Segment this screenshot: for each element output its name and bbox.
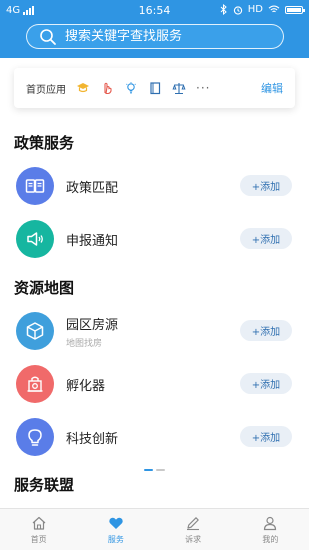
home-apps-title: 首页应用 [26,84,66,96]
bottom-tab-bar: 首页 服务 诉求 我的 [0,508,309,550]
tab-appeal[interactable]: 诉求 [155,509,232,550]
tab-service[interactable]: 服务 [77,509,154,550]
tab-mine[interactable]: 我的 [232,509,309,550]
pen-icon [187,517,200,531]
status-bar: 4G 16:54 HD [0,0,309,22]
add-button[interactable]: +添加 [240,426,292,447]
search-icon [40,28,56,45]
item-label: 申报通知 [66,233,119,249]
item-label: 孵化器 [66,378,106,394]
section-title-alliance: 服务联盟 [14,476,75,494]
edit-button[interactable]: 编辑 [261,80,283,96]
wifi-icon [268,5,280,13]
list-item-incubator[interactable]: 孵化器 +添加 [16,364,294,404]
list-item-park-housing[interactable]: 园区房源 地图找房 +添加 [16,311,294,351]
home-icon [32,516,46,530]
item-label: 科技创新 [66,431,119,447]
lightbulb-icon[interactable] [124,81,138,95]
add-button[interactable]: +添加 [240,373,292,394]
add-button[interactable]: +添加 [240,175,292,196]
alarm-icon [233,5,242,15]
incubator-icon [16,365,54,403]
add-button[interactable]: +添加 [240,228,292,249]
search-bar[interactable] [26,24,284,49]
home-apps-card: 首页应用 ··· 编辑 [14,68,295,108]
item-label: 园区房源 [66,317,119,333]
tab-label: 我的 [262,535,279,544]
section-title-resources: 资源地图 [14,279,75,297]
battery-icon [285,5,305,14]
list-item-tech-innovation[interactable]: 科技创新 +添加 [16,417,294,457]
bluetooth-icon [220,4,227,15]
tab-label: 首页 [30,535,47,544]
page-indicator [144,469,165,471]
bulb-icon [16,418,54,456]
list-item-policy-match[interactable]: 政策匹配 +添加 [16,166,294,206]
item-sublabel: 地图找房 [66,338,103,349]
more-icon[interactable]: ··· [196,81,210,95]
heart-icon [109,517,123,529]
user-icon [264,516,277,531]
add-button[interactable]: +添加 [240,320,292,341]
header-bar: 4G 16:54 HD [0,0,309,58]
search-input[interactable] [65,29,265,44]
graduation-cap-icon[interactable] [76,81,90,95]
list-item-declaration-notice[interactable]: 申报通知 +添加 [16,219,294,259]
hand-pointer-icon[interactable] [100,81,114,95]
tab-home[interactable]: 首页 [0,509,77,550]
item-label: 政策匹配 [66,180,119,196]
scale-icon[interactable] [172,81,186,95]
hd-indicator: HD [247,4,263,15]
cube-icon [16,312,54,350]
open-book-icon [16,167,54,205]
section-title-policy: 政策服务 [14,134,75,152]
megaphone-icon [16,220,54,258]
tab-label: 服务 [107,535,124,544]
book-icon[interactable] [148,81,162,95]
tab-label: 诉求 [185,535,202,544]
